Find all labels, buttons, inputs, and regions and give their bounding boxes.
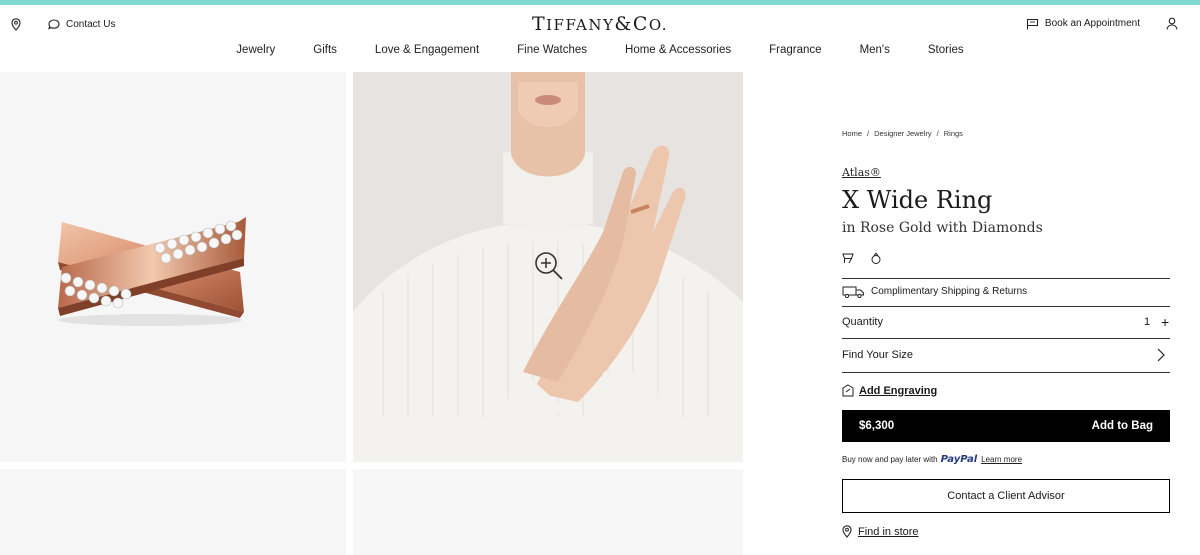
paypal-logo: PayPal bbox=[940, 454, 978, 465]
add-to-bag-button[interactable]: $6,300 Add to Bag bbox=[842, 410, 1170, 442]
quantity-increment-button[interactable]: + bbox=[1161, 314, 1169, 330]
find-in-store-link[interactable]: Find in store bbox=[842, 525, 919, 538]
main-nav: Jewelry Gifts Love & Engagement Fine Wat… bbox=[0, 44, 1200, 60]
nav-stories[interactable]: Stories bbox=[928, 44, 964, 60]
book-appointment-link[interactable]: Book an Appointment bbox=[1026, 18, 1140, 30]
find-your-size-row[interactable]: Find Your Size bbox=[842, 347, 1170, 365]
add-to-bag-label: Add to Bag bbox=[1091, 420, 1153, 432]
breadcrumb-rings[interactable]: Rings bbox=[944, 129, 963, 138]
breadcrumb-separator: / bbox=[936, 129, 939, 138]
product-image-placeholder-1[interactable] bbox=[0, 469, 346, 555]
ring-illustration bbox=[58, 217, 246, 326]
nav-jewelry[interactable]: Jewelry bbox=[236, 44, 275, 60]
utility-right: Book an Appointment bbox=[1026, 17, 1178, 30]
user-icon[interactable] bbox=[1166, 17, 1178, 30]
zoom-in-icon[interactable] bbox=[533, 250, 565, 282]
engrave-icon bbox=[842, 384, 854, 397]
nav-fragrance[interactable]: Fragrance bbox=[769, 44, 821, 60]
ring-size-icon[interactable] bbox=[870, 252, 882, 265]
product-image-ring[interactable] bbox=[0, 72, 346, 462]
nav-gifts[interactable]: Gifts bbox=[313, 44, 337, 60]
truck-icon bbox=[842, 285, 865, 298]
contact-client-advisor-button[interactable]: Contact a Client Advisor bbox=[842, 479, 1170, 513]
product-subtitle: in Rose Gold with Diamonds bbox=[842, 220, 1043, 236]
add-engraving-label: Add Engraving bbox=[859, 384, 938, 397]
utility-bar: Contact Us TIFFANY&CO. Book an Appointme… bbox=[0, 5, 1200, 43]
breadcrumb-designer-jewelry[interactable]: Designer Jewelry bbox=[874, 129, 932, 138]
nav-home-accessories[interactable]: Home & Accessories bbox=[625, 44, 731, 60]
quantity-value[interactable]: 1 bbox=[1144, 316, 1150, 328]
map-pin-icon bbox=[842, 525, 852, 538]
breadcrumb-home[interactable]: Home bbox=[842, 129, 862, 138]
find-your-size-label: Find Your Size bbox=[842, 349, 913, 361]
paypal-learn-more-link[interactable]: Learn more bbox=[981, 455, 1022, 464]
divider bbox=[842, 372, 1170, 373]
product-image-model[interactable] bbox=[353, 72, 743, 462]
divider bbox=[842, 306, 1170, 307]
product-image-placeholder-2[interactable] bbox=[353, 469, 743, 555]
price: $6,300 bbox=[859, 420, 895, 432]
shipping-info: Complimentary Shipping & Returns bbox=[842, 285, 1027, 298]
divider bbox=[842, 278, 1170, 279]
nav-love-engagement[interactable]: Love & Engagement bbox=[375, 44, 479, 60]
box-icon[interactable] bbox=[842, 252, 854, 265]
nav-fine-watches[interactable]: Fine Watches bbox=[517, 44, 587, 60]
chevron-right-icon bbox=[1157, 348, 1165, 365]
quantity-label: Quantity bbox=[842, 316, 883, 328]
book-appointment-label: Book an Appointment bbox=[1044, 18, 1140, 29]
paypal-promo: Buy now and pay later with PayPal Learn … bbox=[842, 454, 1022, 465]
divider bbox=[842, 338, 1170, 339]
tiffany-logo[interactable]: TIFFANY&CO. bbox=[0, 13, 1200, 35]
shipping-label: Complimentary Shipping & Returns bbox=[871, 286, 1028, 297]
breadcrumb: Home / Designer Jewelry / Rings bbox=[842, 129, 963, 138]
product-title: X Wide Ring bbox=[842, 186, 993, 214]
quantity-stepper: Quantity 1 + bbox=[842, 314, 1170, 332]
breadcrumb-separator: / bbox=[867, 129, 870, 138]
paypal-prefix: Buy now and pay later with bbox=[842, 455, 938, 464]
add-engraving-link[interactable]: Add Engraving bbox=[842, 384, 937, 397]
find-in-store-label: Find in store bbox=[858, 525, 919, 538]
collection-link[interactable]: Atlas® bbox=[842, 166, 881, 179]
attribute-icons bbox=[842, 252, 898, 265]
nav-mens[interactable]: Men's bbox=[860, 44, 890, 60]
flag-icon bbox=[1026, 18, 1039, 30]
